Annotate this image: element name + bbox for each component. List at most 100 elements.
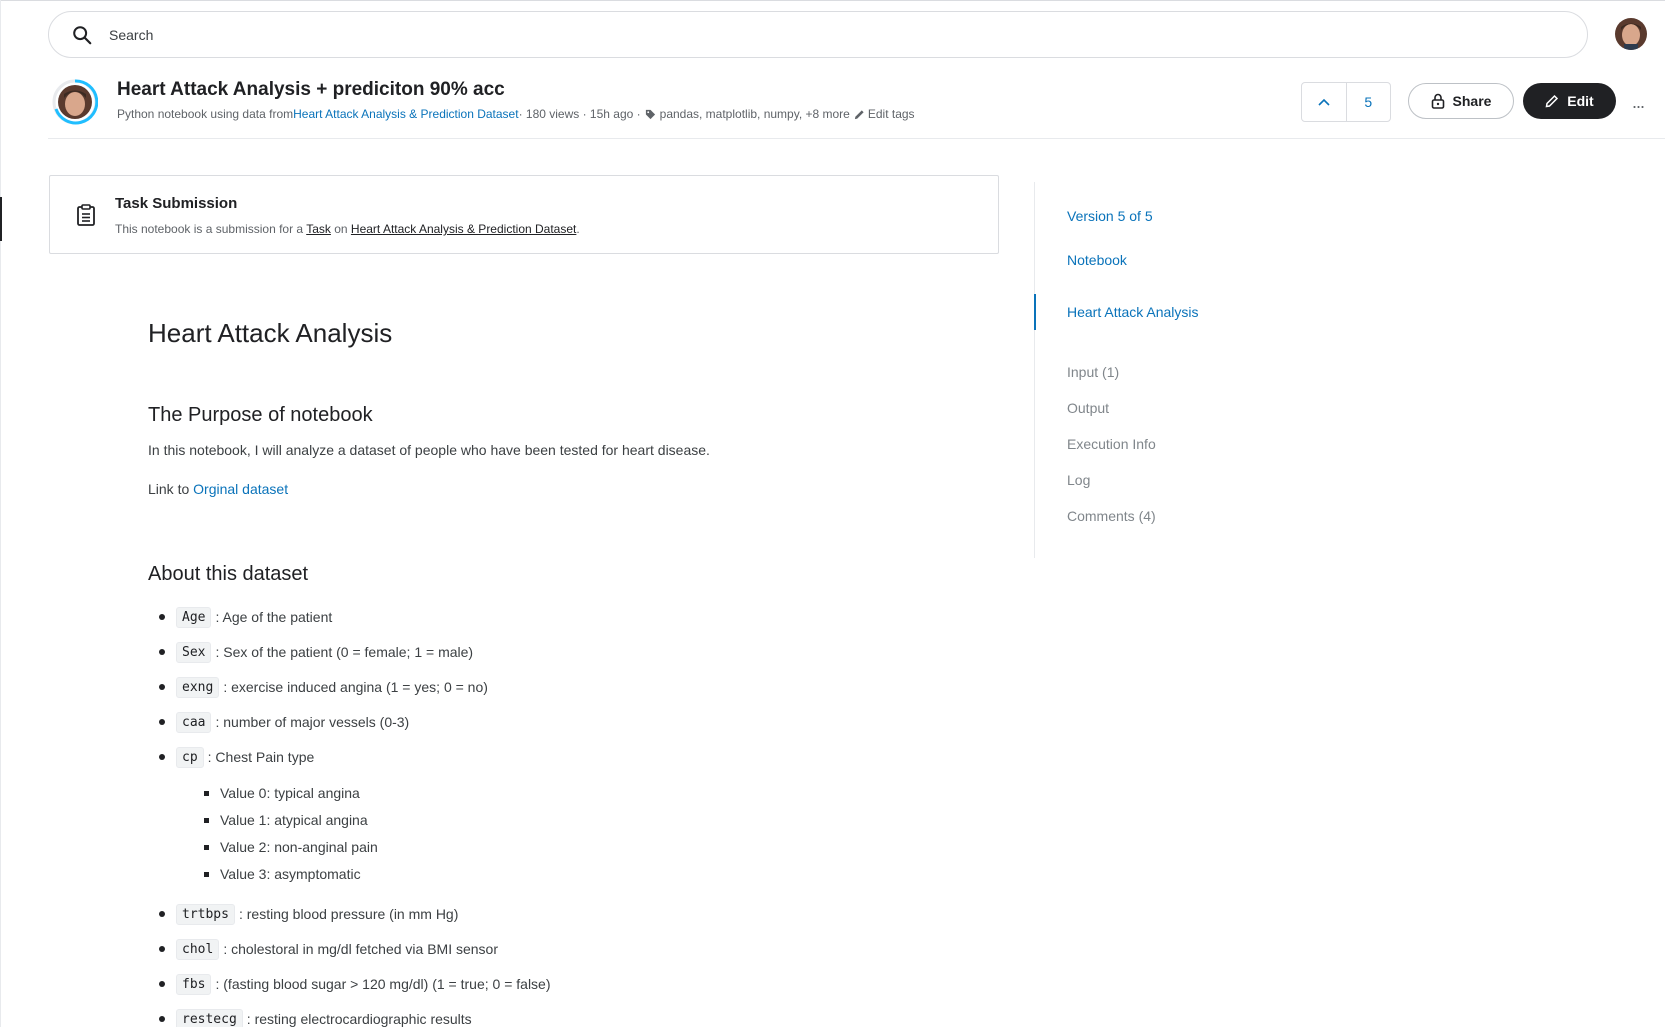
more-options-button[interactable]: ...	[1628, 92, 1648, 112]
share-label: Share	[1452, 93, 1492, 109]
field-code: Sex	[176, 641, 212, 663]
search-icon	[73, 26, 92, 45]
task-desc-mid: on	[330, 222, 351, 236]
sub-list-item: Value 3: asymptomatic	[204, 863, 361, 885]
sidebar-item-log[interactable]: Log	[1067, 472, 1090, 488]
field-code: trtbps	[176, 903, 235, 925]
meta-prefix: Python notebook using data from	[117, 107, 294, 121]
field-code: cp	[176, 746, 204, 768]
share-button[interactable]: Share	[1408, 83, 1514, 119]
dataset-link-paragraph: Link to Orginal dataset	[148, 481, 288, 497]
list-item: exng : exercise induced angina (1 = yes;…	[148, 675, 488, 699]
field-desc: : Age of the patient	[215, 609, 333, 625]
list-item: Sex : Sex of the patient (0 = female; 1 …	[148, 640, 473, 664]
task-title: Task Submission	[115, 195, 238, 212]
list-item: restecg : resting electrocardiographic r…	[148, 1007, 472, 1027]
task-desc-prefix: This notebook is a submission for a	[115, 222, 307, 236]
bullet	[159, 981, 165, 987]
sidebar-divider	[1034, 182, 1035, 558]
author-avatar-image	[52, 79, 99, 125]
sidebar-item-heart-attack-analysis[interactable]: Heart Attack Analysis	[1067, 304, 1199, 320]
lock-icon	[1431, 93, 1444, 109]
bullet	[159, 649, 165, 655]
task-submission-card: Task Submission This notebook is a submi…	[49, 175, 999, 254]
task-description: This notebook is a submission for a Task…	[115, 222, 580, 236]
list-item: chol : cholestoral in mg/dl fetched via …	[148, 937, 498, 961]
field-desc: : cholestoral in mg/dl fetched via BMI s…	[223, 941, 498, 957]
field-desc: : Sex of the patient (0 = female; 1 = ma…	[215, 644, 474, 660]
search-bar[interactable]	[48, 11, 1588, 58]
author-avatar[interactable]	[52, 79, 99, 125]
top-border	[0, 0, 1665, 1]
pencil-icon	[854, 109, 864, 119]
pencil-icon	[1545, 94, 1559, 108]
field-code: restecg	[176, 1008, 243, 1027]
edit-tags-link[interactable]: Edit tags	[868, 107, 915, 121]
vote-count[interactable]: 5	[1347, 83, 1391, 121]
field-desc: : Chest Pain type	[207, 749, 315, 765]
sidebar-item-execution-info[interactable]: Execution Info	[1067, 436, 1156, 452]
list-item: caa : number of major vessels (0-3)	[148, 710, 409, 734]
field-code: chol	[176, 938, 220, 960]
bullet	[159, 1016, 165, 1022]
list-item: Age : Age of the patient	[148, 605, 332, 629]
cp-value: Value 0: typical angina	[220, 785, 360, 801]
tags-list[interactable]: pandas, matplotlib, numpy, +8 more	[660, 107, 850, 121]
field-desc: : resting blood pressure (in mm Hg)	[238, 906, 459, 922]
edit-label: Edit	[1567, 93, 1594, 109]
list-item: cp : Chest Pain type	[148, 745, 314, 769]
field-desc: : exercise induced angina (1 = yes; 0 = …	[223, 679, 488, 695]
sidebar-item-output[interactable]: Output	[1067, 400, 1109, 416]
notebook-meta: Python notebook using data from Heart At…	[117, 107, 915, 121]
field-desc: : resting electrocardiographic results	[246, 1011, 472, 1027]
bullet	[159, 614, 165, 620]
sub-list-item: Value 2: non-anginal pain	[204, 836, 378, 858]
cp-value: Value 3: asymptomatic	[220, 866, 361, 882]
header-divider	[48, 138, 1665, 139]
field-code: fbs	[176, 973, 212, 995]
dataset-link[interactable]: Heart Attack Analysis & Prediction Datas…	[293, 107, 518, 121]
cp-value: Value 2: non-anginal pain	[220, 839, 378, 855]
field-desc: : (fasting blood sugar > 120 mg/dl) (1 =…	[215, 976, 551, 992]
sidebar-item-notebook[interactable]: Notebook	[1067, 252, 1127, 268]
sidebar-item-input[interactable]: Input (1)	[1067, 364, 1119, 380]
left-border	[0, 0, 1, 1027]
field-code: caa	[176, 711, 212, 733]
clipboard-icon	[77, 204, 95, 226]
user-avatar[interactable]	[1615, 18, 1647, 50]
task-desc-suffix: .	[576, 222, 580, 236]
list-item: fbs : (fasting blood sugar > 120 mg/dl) …	[148, 972, 551, 996]
meta-views: · 180 views · 15h ago ·	[518, 107, 641, 121]
left-edge-indicator	[0, 197, 2, 241]
sidebar-item-version[interactable]: Version 5 of 5	[1067, 208, 1153, 224]
edit-button[interactable]: Edit	[1523, 83, 1616, 119]
field-code: Age	[176, 606, 212, 628]
bullet	[159, 754, 165, 760]
square-bullet	[204, 790, 209, 796]
field-code: exng	[176, 676, 220, 698]
original-dataset-link[interactable]: Orginal dataset	[193, 481, 288, 497]
task-dataset-link[interactable]: Heart Attack Analysis & Prediction Datas…	[351, 222, 576, 236]
square-bullet	[204, 817, 209, 823]
bullet	[159, 684, 165, 690]
vote-widget: 5	[1301, 82, 1391, 122]
bullet	[159, 719, 165, 725]
bullet	[159, 946, 165, 952]
tag-icon	[645, 109, 655, 119]
bullet	[159, 911, 165, 917]
about-heading: About this dataset	[148, 563, 309, 585]
task-link[interactable]: Task	[306, 222, 331, 236]
upvote-button[interactable]	[1302, 83, 1347, 121]
notebook-heading: Heart Attack Analysis	[148, 318, 393, 348]
square-bullet	[204, 844, 209, 850]
purpose-heading: The Purpose of notebook	[148, 404, 373, 426]
sidebar-item-comments[interactable]: Comments (4)	[1067, 508, 1156, 524]
search-input[interactable]	[109, 24, 1509, 46]
sub-list-item: Value 0: typical angina	[204, 782, 360, 804]
purpose-paragraph: In this notebook, I will analyze a datas…	[148, 442, 710, 458]
chevron-up-icon	[1318, 98, 1330, 106]
sidebar-active-indicator	[1034, 294, 1036, 330]
sub-list-item: Value 1: atypical angina	[204, 809, 368, 831]
link-prefix: Link to	[148, 481, 194, 497]
notebook-title: Heart Attack Analysis + prediciton 90% a…	[117, 79, 505, 100]
